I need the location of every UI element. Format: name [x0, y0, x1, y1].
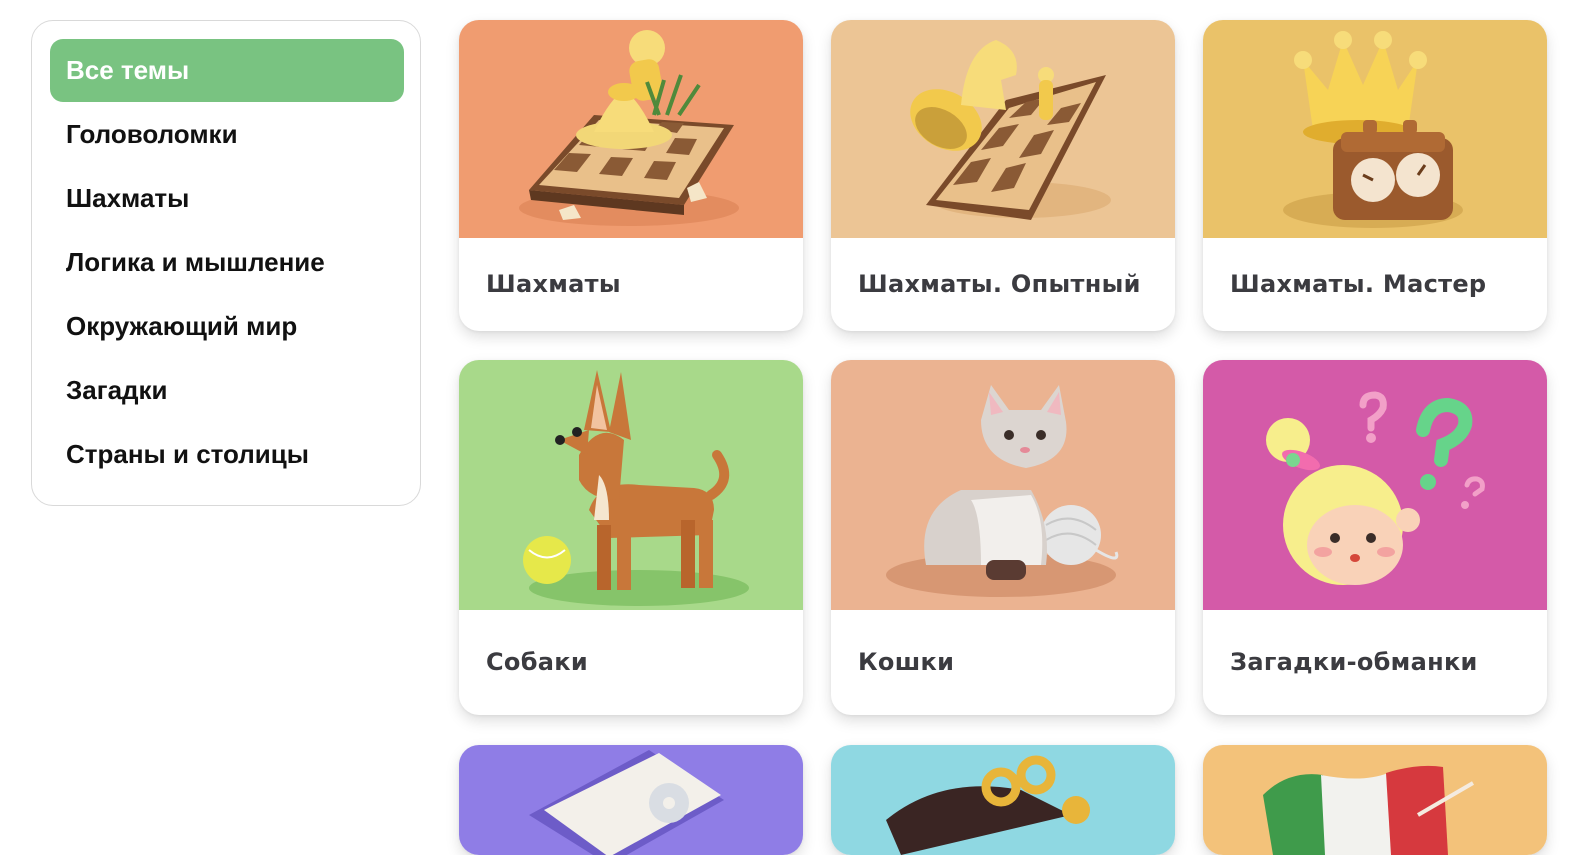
card-image	[459, 745, 803, 855]
topic-card-dogs[interactable]: Собаки	[459, 360, 803, 715]
sidebar-item-riddles[interactable]: Загадки	[50, 359, 404, 422]
sidebar-item-countries[interactable]: Страны и столицы	[50, 423, 404, 486]
crown-chess-clock-icon	[1203, 20, 1547, 238]
hat-icon	[831, 745, 1175, 855]
sidebar-item-puzzles[interactable]: Головоломки	[50, 103, 404, 166]
girl-question-icon	[1203, 360, 1547, 610]
card-image	[459, 360, 803, 610]
topics-sidebar: Все темы Головоломки Шахматы Логика и мы…	[31, 20, 421, 506]
italy-flag-icon	[1203, 745, 1547, 855]
sidebar-item-chess[interactable]: Шахматы	[50, 167, 404, 230]
sidebar-item-all-topics[interactable]: Все темы	[50, 39, 404, 102]
card-title: Шахматы. Мастер	[1230, 270, 1487, 298]
card-image	[831, 745, 1175, 855]
topic-card-chess[interactable]: Шахматы	[459, 20, 803, 331]
topic-card-trick-riddles[interactable]: Загадки-обманки	[1203, 360, 1547, 715]
topic-card[interactable]	[1203, 745, 1547, 855]
topic-card-cats[interactable]: Кошки	[831, 360, 1175, 715]
card-title: Шахматы	[486, 270, 621, 298]
chess-knight-board-icon	[831, 20, 1175, 238]
sidebar-item-world[interactable]: Окружающий мир	[50, 295, 404, 358]
chess-pawn-board-icon	[459, 20, 803, 238]
card-title: Кошки	[858, 648, 955, 676]
card-image	[831, 20, 1175, 238]
card-image	[831, 360, 1175, 610]
topic-card[interactable]	[831, 745, 1175, 855]
dog-icon	[459, 360, 803, 610]
sidebar-item-logic[interactable]: Логика и мышление	[50, 231, 404, 294]
topic-card[interactable]	[459, 745, 803, 855]
card-image	[1203, 360, 1547, 610]
cat-icon	[831, 360, 1175, 610]
card-image	[1203, 20, 1547, 238]
card-title: Собаки	[486, 648, 588, 676]
topic-card-chess-master[interactable]: Шахматы. Мастер	[1203, 20, 1547, 331]
card-image	[459, 20, 803, 238]
card-title: Шахматы. Опытный	[858, 270, 1141, 298]
topic-card-chess-advanced[interactable]: Шахматы. Опытный	[831, 20, 1175, 331]
card-image	[1203, 745, 1547, 855]
disc-icon	[459, 745, 803, 855]
card-title: Загадки-обманки	[1230, 648, 1478, 676]
